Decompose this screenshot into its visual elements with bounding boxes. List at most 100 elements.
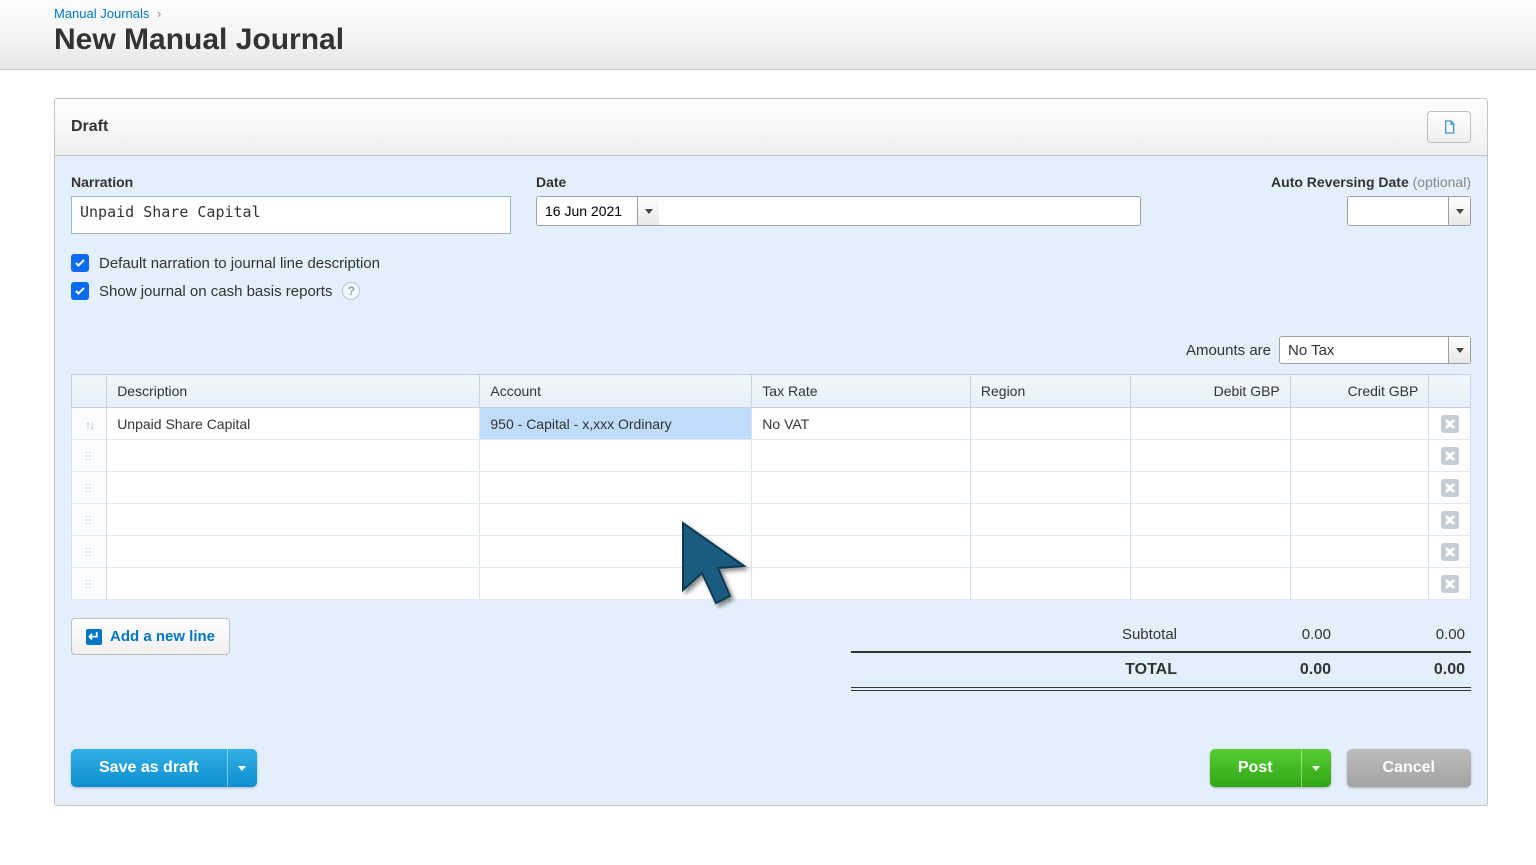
cell-account[interactable] — [480, 536, 752, 568]
drag-handle[interactable]: ∷∷ — [72, 472, 107, 504]
cell-account[interactable]: 950 - Capital - x,xxx Ordinary — [480, 408, 752, 440]
table-row[interactable]: ∷∷ — [72, 536, 1471, 568]
cell-region[interactable] — [970, 440, 1130, 472]
cell-description[interactable] — [107, 568, 480, 600]
file-icon — [1441, 119, 1457, 135]
table-row[interactable]: ↑↓ Unpaid Share Capital 950 - Capital - … — [72, 408, 1471, 440]
cell-account[interactable] — [480, 568, 752, 600]
auto-reversing-dropdown-trigger[interactable] — [1448, 197, 1470, 225]
plus-icon: ↵ — [86, 629, 102, 645]
chevron-down-icon — [238, 766, 246, 771]
date-label: Date — [536, 174, 1141, 190]
delete-row-button[interactable] — [1441, 575, 1459, 593]
cell-debit[interactable] — [1130, 504, 1290, 536]
cell-region[interactable] — [970, 504, 1130, 536]
drag-handle[interactable]: ∷∷ — [72, 536, 107, 568]
amounts-are-dropdown-trigger[interactable] — [1448, 337, 1470, 363]
save-as-draft-dropdown[interactable] — [227, 749, 257, 787]
drag-handle[interactable]: ↑↓ — [72, 408, 107, 440]
chevron-down-icon — [1456, 348, 1464, 353]
col-debit: Debit GBP — [1130, 375, 1290, 408]
table-row[interactable]: ∷∷ — [72, 472, 1471, 504]
save-as-draft-button[interactable]: Save as draft — [71, 749, 257, 787]
table-row[interactable]: ∷∷ — [72, 504, 1471, 536]
cell-region[interactable] — [970, 536, 1130, 568]
total-label: TOTAL — [857, 661, 1177, 679]
close-icon — [1445, 515, 1455, 525]
cell-debit[interactable] — [1130, 440, 1290, 472]
cell-debit[interactable] — [1130, 536, 1290, 568]
cell-credit[interactable] — [1290, 408, 1429, 440]
amounts-are-select[interactable]: No Tax — [1279, 336, 1471, 364]
date-dropdown-trigger[interactable] — [637, 197, 659, 225]
add-line-button[interactable]: ↵ Add a new line — [71, 618, 230, 655]
cell-tax[interactable] — [752, 536, 971, 568]
cell-region[interactable] — [970, 408, 1130, 440]
col-account: Account — [480, 375, 752, 408]
cell-credit[interactable] — [1290, 472, 1429, 504]
drag-handle[interactable]: ∷∷ — [72, 568, 107, 600]
default-narration-checkbox-row[interactable]: Default narration to journal line descri… — [71, 254, 1471, 272]
drag-handle[interactable]: ∷∷ — [72, 440, 107, 472]
cell-debit[interactable] — [1130, 408, 1290, 440]
narration-input[interactable] — [71, 196, 511, 234]
close-icon — [1445, 419, 1455, 429]
cell-description[interactable]: Unpaid Share Capital — [107, 408, 480, 440]
cell-credit[interactable] — [1290, 568, 1429, 600]
drag-handle[interactable]: ∷∷ — [72, 504, 107, 536]
checkbox-checked-icon — [71, 282, 89, 300]
drag-dots-icon: ∷∷ — [83, 517, 95, 525]
page-title: New Manual Journal — [54, 23, 1536, 57]
cell-description[interactable] — [107, 504, 480, 536]
attach-file-button[interactable] — [1427, 111, 1471, 143]
cell-description[interactable] — [107, 472, 480, 504]
cell-description[interactable] — [107, 440, 480, 472]
cell-tax[interactable] — [752, 568, 971, 600]
cell-credit[interactable] — [1290, 440, 1429, 472]
cell-debit[interactable] — [1130, 472, 1290, 504]
delete-row-button[interactable] — [1441, 511, 1459, 529]
show-cash-basis-label: Show journal on cash basis reports — [99, 283, 332, 300]
cell-tax[interactable] — [752, 472, 971, 504]
close-icon — [1445, 483, 1455, 493]
date-input[interactable] — [537, 197, 637, 225]
cell-credit[interactable] — [1290, 504, 1429, 536]
cell-account[interactable] — [480, 472, 752, 504]
cell-debit[interactable] — [1130, 568, 1290, 600]
table-row[interactable]: ∷∷ — [72, 440, 1471, 472]
subtotal-credit: 0.00 — [1335, 626, 1465, 643]
cell-account[interactable] — [480, 504, 752, 536]
delete-row-button[interactable] — [1441, 479, 1459, 497]
show-cash-basis-checkbox-row[interactable]: Show journal on cash basis reports ? — [71, 282, 1471, 300]
delete-row-button[interactable] — [1441, 415, 1459, 433]
cell-description[interactable] — [107, 536, 480, 568]
post-button[interactable]: Post — [1210, 749, 1331, 787]
cell-tax[interactable] — [752, 440, 971, 472]
swap-icon: ↑↓ — [85, 418, 93, 432]
date-picker[interactable] — [536, 196, 1141, 226]
delete-row-button[interactable] — [1441, 543, 1459, 561]
cell-region[interactable] — [970, 568, 1130, 600]
delete-row-button[interactable] — [1441, 447, 1459, 465]
drag-dots-icon: ∷∷ — [83, 485, 95, 493]
status-label: Draft — [71, 118, 108, 136]
cancel-button[interactable]: Cancel — [1347, 749, 1471, 787]
col-drag — [72, 375, 107, 408]
cell-tax[interactable]: No VAT — [752, 408, 971, 440]
journal-lines-table: Description Account Tax Rate Region Debi… — [71, 374, 1471, 600]
auto-reversing-label: Auto Reversing Date (optional) — [1271, 174, 1471, 190]
cell-credit[interactable] — [1290, 536, 1429, 568]
help-icon[interactable]: ? — [342, 282, 360, 300]
breadcrumb-separator: › — [157, 6, 161, 21]
table-row[interactable]: ∷∷ — [72, 568, 1471, 600]
auto-reversing-date-picker[interactable] — [1347, 196, 1471, 226]
cell-region[interactable] — [970, 472, 1130, 504]
auto-reversing-date-input[interactable] — [1348, 197, 1448, 225]
close-icon — [1445, 579, 1455, 589]
cell-account[interactable] — [480, 440, 752, 472]
amounts-are-label: Amounts are — [1186, 342, 1271, 359]
cell-tax[interactable] — [752, 504, 971, 536]
narration-label: Narration — [71, 174, 536, 190]
breadcrumb-link-manual-journals[interactable]: Manual Journals — [54, 6, 149, 21]
post-dropdown[interactable] — [1301, 749, 1331, 787]
